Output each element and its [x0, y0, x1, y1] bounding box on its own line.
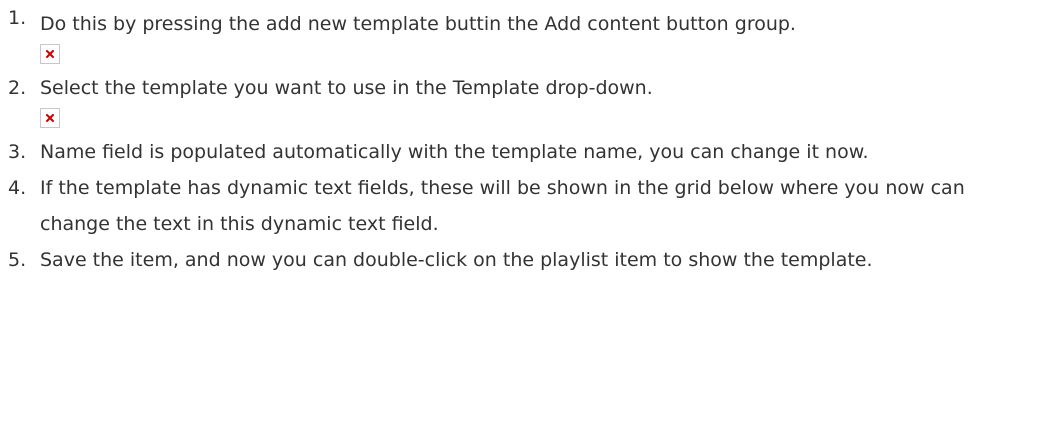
step-item: 1. Do this by pressing the add new templ…: [0, 0, 1037, 64]
step-text: Name field is populated automatically wi…: [40, 141, 869, 163]
step-text: Select the template you want to use in t…: [40, 77, 653, 99]
step-text: If the template has dynamic text fields,…: [40, 177, 965, 235]
step-item: 5. Save the item, and now you can double…: [0, 242, 1037, 278]
close-x-icon: [46, 114, 54, 122]
step-item: 3. Name field is populated automatically…: [0, 134, 1037, 170]
step-number: 1.: [8, 7, 27, 29]
step-text: Save the item, and now you can double-cl…: [40, 249, 873, 271]
step-number: 4.: [8, 177, 27, 199]
broken-image-icon: [40, 108, 60, 128]
step-item: 4. If the template has dynamic text fiel…: [0, 170, 1037, 242]
step-number: 5.: [8, 249, 27, 271]
step-number: 3.: [8, 141, 27, 163]
step-text: Do this by pressing the add new template…: [40, 13, 796, 35]
instruction-steps-list: 1. Do this by pressing the add new templ…: [0, 0, 1037, 278]
close-x-icon: [46, 50, 54, 58]
broken-image-icon: [40, 44, 60, 64]
step-number: 2.: [8, 77, 27, 99]
step-item: 2. Select the template you want to use i…: [0, 70, 1037, 128]
